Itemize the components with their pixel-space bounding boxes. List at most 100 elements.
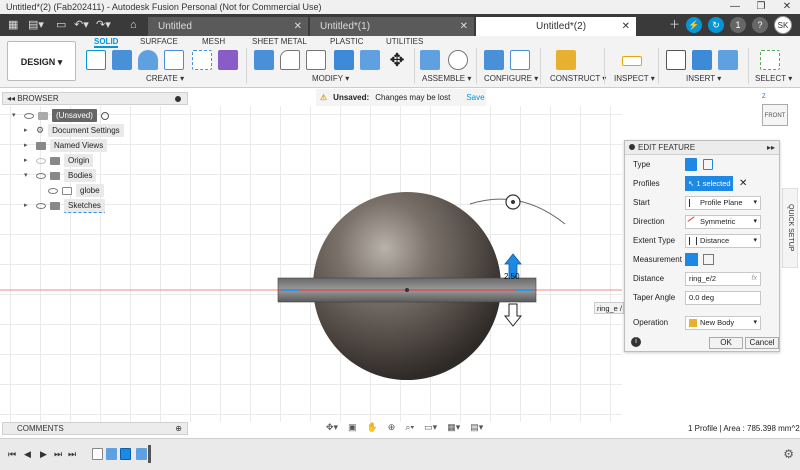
assemble-menu[interactable]: ASSEMBLE ▾ (422, 74, 471, 83)
viewports-icon[interactable]: ▤▾ (470, 422, 483, 435)
insert-menu[interactable]: INSERT ▾ (686, 74, 721, 83)
timeline-start-icon[interactable]: ⏮ (8, 449, 16, 460)
add-comment-icon[interactable]: ⊕ (175, 423, 182, 434)
minimize-button[interactable]: — (722, 0, 748, 14)
create-menu[interactable]: CREATE ▾ (146, 74, 184, 83)
tree-item-bodies[interactable]: ▾ Bodies (24, 169, 97, 182)
expand-icon[interactable]: ▸ (24, 154, 32, 167)
info-icon[interactable]: i (631, 337, 641, 347)
expand-icon[interactable]: ▸ (24, 199, 32, 212)
undo-icon[interactable]: ↶▾ (74, 17, 89, 33)
timeline-marker[interactable] (148, 445, 151, 463)
visibility-eye-icon[interactable] (36, 202, 46, 209)
new-component-icon[interactable] (420, 50, 440, 70)
tab-sheet-metal[interactable]: SHEET METAL (252, 37, 307, 46)
form-icon[interactable] (218, 50, 238, 70)
insert-canvas-icon[interactable] (718, 50, 738, 70)
tree-item-globe[interactable]: globe (48, 184, 104, 197)
insert-derive-icon[interactable] (666, 50, 686, 70)
distance-arrow-down[interactable] (503, 303, 523, 327)
hidden-eye-icon[interactable] (36, 157, 46, 164)
timeline-back-icon[interactable]: ◀ (24, 449, 31, 460)
pin-icon[interactable] (175, 96, 181, 102)
tree-item-root[interactable]: ▾ (Unsaved) (12, 109, 109, 122)
visibility-eye-icon[interactable] (36, 172, 46, 179)
tree-item-origin[interactable]: ▸ Origin (24, 154, 94, 167)
type-thin-icon[interactable] (703, 159, 713, 170)
inspect-menu[interactable]: INSPECT ▾ (614, 74, 655, 83)
dialog-header[interactable]: EDIT FEATURE ▸▸ (625, 141, 779, 155)
operation-select[interactable]: New Body ▾ (685, 316, 761, 330)
display-settings-icon[interactable]: ▭▾ (424, 422, 437, 435)
zoom-window-icon[interactable]: ⌕▾ (405, 422, 414, 435)
expand-icon[interactable]: ▸ (24, 124, 32, 137)
timeline-revolve-item[interactable] (106, 448, 117, 460)
configuration-table-icon[interactable] (510, 50, 530, 70)
tree-item-document-settings[interactable]: ▸ ⚙ Document Settings (24, 124, 124, 137)
hole-icon[interactable] (164, 50, 184, 70)
visibility-eye-icon[interactable] (48, 187, 58, 194)
notifications-icon[interactable]: 1 (730, 17, 746, 33)
timeline-sketch-item[interactable] (92, 448, 103, 460)
avatar[interactable]: SK (774, 16, 792, 34)
construct-plane-icon[interactable] (556, 50, 576, 70)
tab-untitled[interactable]: Untitled ✕ (148, 17, 308, 36)
viewcube[interactable]: Z FRONT (758, 94, 792, 130)
profiles-selection[interactable]: ↖ 1 selected (685, 176, 733, 191)
taper-angle-input[interactable]: 0.0 deg (685, 291, 761, 305)
job-status-icon[interactable]: ↻ (708, 17, 724, 33)
new-sketch-icon[interactable] (86, 50, 106, 70)
orbit-icon[interactable]: ✥▾ (326, 422, 338, 435)
direction-select[interactable]: Symmetric ▾ (685, 215, 761, 229)
tab-mesh[interactable]: MESH (202, 37, 225, 46)
home-icon[interactable]: ⌂ (130, 17, 137, 33)
extensions-icon[interactable]: ⚡ (686, 17, 702, 33)
dimension-value[interactable]: 2.50 (504, 272, 520, 281)
select-menu[interactable]: SELECT ▾ (755, 74, 792, 83)
timeline-extrude-item[interactable] (120, 448, 131, 460)
configure-icon[interactable] (484, 50, 504, 70)
timeline-extrude-item-2[interactable] (136, 448, 147, 460)
tree-item-named-views[interactable]: ▸ Named Views (24, 139, 108, 152)
comments-panel[interactable]: COMMENTS ⊕ (2, 422, 188, 435)
joint-icon[interactable] (448, 50, 468, 70)
maximize-button[interactable]: ❐ (748, 0, 774, 14)
look-at-icon[interactable]: ▣ (348, 422, 357, 435)
pattern-icon[interactable] (192, 50, 212, 70)
clear-selection-icon[interactable]: ✕ (739, 176, 747, 191)
tree-item-sketches[interactable]: ▸ Sketches (24, 198, 105, 213)
zoom-icon[interactable]: ⊕ (388, 422, 396, 435)
redo-icon[interactable]: ↷▾ (96, 17, 111, 33)
press-pull-icon[interactable] (254, 50, 274, 70)
function-icon[interactable]: fx (752, 273, 757, 285)
revolve-icon[interactable] (138, 50, 158, 70)
help-icon[interactable]: ? (752, 17, 768, 33)
browser-header[interactable]: ◂◂ BROWSER (2, 92, 188, 105)
app-menu-icon[interactable]: ▦ (8, 17, 18, 33)
measurement-whole-icon[interactable] (703, 254, 714, 265)
construct-menu[interactable]: CONSTRUCT ▾ (550, 74, 606, 83)
modify-menu[interactable]: MODIFY ▾ (312, 74, 349, 83)
timeline-end-icon[interactable]: ⏭ (68, 449, 76, 460)
configure-menu[interactable]: CONFIGURE ▾ (484, 74, 538, 83)
offset-face-icon[interactable] (360, 50, 380, 70)
timeline-forward-icon[interactable]: ⏭ (54, 449, 62, 460)
extent-type-select[interactable]: Distance ▾ (685, 234, 761, 248)
tab-untitled-2[interactable]: Untitled*(2) ✕ (476, 17, 636, 36)
save-icon[interactable]: ▭ (56, 17, 66, 33)
extrude-icon[interactable] (112, 50, 132, 70)
start-select[interactable]: Profile Plane ▾ (685, 196, 761, 210)
file-menu-icon[interactable]: ▤▾ (28, 17, 44, 33)
measurement-symmetric-icon[interactable] (685, 253, 698, 266)
combine-icon[interactable] (334, 50, 354, 70)
collapse-icon[interactable]: ▾ (24, 169, 32, 182)
close-tab-icon[interactable]: ✕ (460, 17, 468, 36)
expand-icon[interactable]: ▸ (24, 139, 32, 152)
workspace-switcher[interactable]: DESIGN ▾ (7, 41, 76, 81)
close-tab-icon[interactable]: ✕ (622, 17, 630, 36)
parameter-input[interactable]: ring_e / 2 (594, 302, 624, 314)
visibility-eye-icon[interactable] (24, 112, 34, 119)
tab-untitled-1[interactable]: Untitled*(1) ✕ (310, 17, 474, 36)
new-tab-icon[interactable]: ＋ (669, 17, 680, 33)
close-tab-icon[interactable]: ✕ (294, 17, 302, 36)
